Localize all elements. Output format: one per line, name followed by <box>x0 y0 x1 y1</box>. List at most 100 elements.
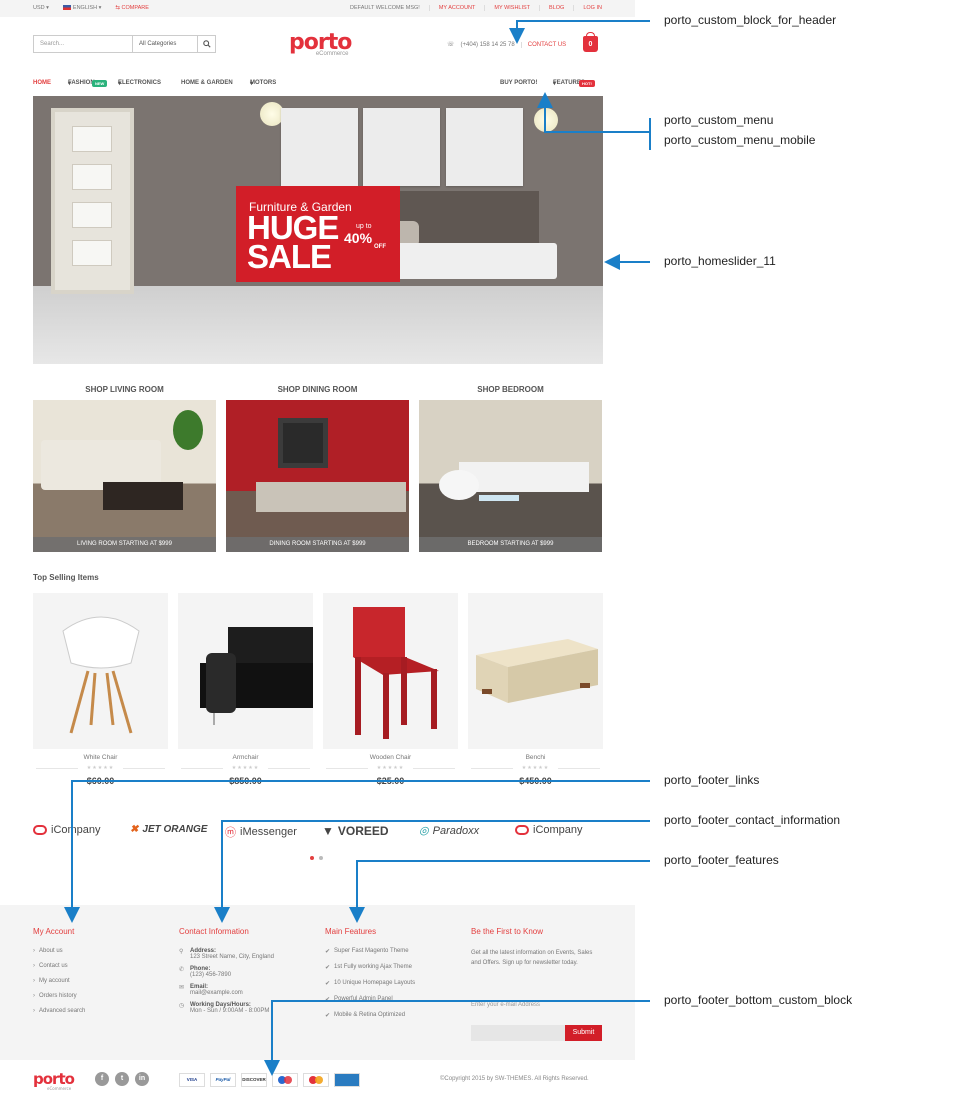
welcome-message: DEFAULT WELCOME MSG! <box>350 5 420 11</box>
annotation-label: porto_footer_links <box>664 773 760 787</box>
nav-home[interactable]: HOME <box>33 80 51 86</box>
footer-logo[interactable]: porto eCommerce <box>33 1070 75 1091</box>
product-image[interactable] <box>468 593 603 749</box>
lamp-image <box>534 108 558 132</box>
phone-icon: ☏ <box>447 42 455 48</box>
check-icon: ✔ <box>325 949 331 955</box>
category-title[interactable]: SHOP LIVING ROOM <box>33 385 216 394</box>
brand-logo[interactable]: ⓜ iMessenger <box>225 824 297 840</box>
my-wishlist-link[interactable]: MY WISHLIST <box>484 5 539 11</box>
footer-link[interactable]: › Orders history <box>33 993 85 999</box>
product-name[interactable]: Benchi <box>468 754 603 761</box>
product-price: $450.00 <box>519 776 552 786</box>
cart-button[interactable]: 0 <box>583 32 598 52</box>
search-button[interactable] <box>198 36 215 52</box>
category-dining-room[interactable]: DINING ROOM STARTING AT $999 <box>226 400 409 552</box>
brand-logo[interactable]: iCompany <box>515 824 583 836</box>
feature-item: ✔ Powerful Admin Panel <box>325 996 415 1003</box>
brand-name: Paradoxx <box>432 824 480 837</box>
brand-icon: ◎ <box>419 825 429 837</box>
footer-links: My Account › About us › Contact us › My acc… <box>33 927 85 1023</box>
annotation-label: porto_custom_menu_mobile <box>664 133 816 147</box>
nav-motors[interactable]: MOTORS ▾ <box>250 80 276 87</box>
product-image[interactable] <box>178 593 313 749</box>
footer-link[interactable]: › About us <box>33 948 85 954</box>
brand-icon: ▼ <box>322 824 334 838</box>
footer-link[interactable]: › My account <box>33 978 85 984</box>
nav-fashion-label: FASHION <box>68 80 95 86</box>
phone-number: (+404) 158 14 25 78 <box>460 41 515 48</box>
product-name[interactable]: White Chair <box>33 754 168 761</box>
brand-name: VOREED <box>337 824 389 838</box>
contact-value: Mon - Sun / 9:00AM - 8:00PM <box>190 1008 270 1014</box>
footer-link-label: Advanced search <box>39 1008 86 1014</box>
brand-icon <box>33 825 47 835</box>
brand-logo[interactable]: ◎ Paradoxx <box>419 824 480 838</box>
paypal-icon: PayPal <box>210 1073 236 1087</box>
product-image[interactable] <box>33 593 168 749</box>
nav-features[interactable]: FEATURES ▾ <box>553 80 585 87</box>
footer-logo-subtext: eCommerce <box>47 1086 72 1091</box>
footer-link-label: My account <box>39 978 70 984</box>
newsletter-email-input[interactable] <box>471 1025 565 1041</box>
contact-value[interactable]: mail@example.com <box>190 990 243 996</box>
category-title[interactable]: SHOP BEDROOM <box>419 385 602 394</box>
category-living-room[interactable]: LIVING ROOM STARTING AT $999 <box>33 400 216 552</box>
product-price: $850.00 <box>229 776 262 786</box>
blog-link[interactable]: BLOG <box>539 5 573 11</box>
contact-value: 123 Street Name, City, England <box>190 954 274 960</box>
annotation-label: porto_footer_contact_information <box>664 813 841 827</box>
newsletter-email-label: Enter your e-mail Address <box>471 1002 541 1008</box>
facebook-icon[interactable]: f <box>95 1072 109 1086</box>
pager-dot[interactable] <box>319 856 323 860</box>
map-marker-icon: ⚲ <box>179 949 184 955</box>
nav-electronics[interactable]: ELECTRONICS ▾ <box>118 80 161 87</box>
contact-us-link[interactable]: CONTACT US <box>520 41 566 48</box>
footer-link[interactable]: › Advanced search <box>33 1008 85 1014</box>
compare-link[interactable]: ⇆ COMPARE <box>115 5 149 11</box>
rating-stars: ★★★★★ <box>33 765 168 771</box>
amex-icon <box>334 1073 360 1087</box>
language-switcher[interactable]: ENGLISH ▾ <box>62 5 101 11</box>
nav-fashion[interactable]: FASHION ▾ <box>68 80 95 87</box>
rating-stars: ★★★★★ <box>178 765 313 771</box>
product-name[interactable]: Wooden Chair <box>323 754 458 761</box>
login-link[interactable]: LOG IN <box>573 5 602 11</box>
feature-item: ✔ Mobile & Retina Optimized <box>325 1012 415 1019</box>
top-bar: USD ▾ ENGLISH ▾ ⇆ COMPARE DEFAULT WELCOM… <box>0 0 635 17</box>
brand-logo[interactable]: ▼ VOREED <box>322 824 389 838</box>
clock-icon: ◷ <box>179 1003 185 1009</box>
category-title[interactable]: SHOP DINING ROOM <box>226 385 409 394</box>
visa-icon: VISA <box>179 1073 205 1087</box>
brand-logo[interactable]: ✖ JET ORANGE <box>130 824 207 835</box>
footer-link-label: Orders history <box>39 993 77 999</box>
flag-icon <box>62 5 71 11</box>
pager-dot[interactable] <box>310 856 314 860</box>
footer-link[interactable]: › Contact us <box>33 963 85 969</box>
footer-heading: Be the First to Know <box>471 927 544 936</box>
brand-logo[interactable]: iCompany <box>33 824 101 836</box>
category-bedroom[interactable]: BEDROOM STARTING AT $999 <box>419 400 602 552</box>
search-input[interactable]: Search... <box>34 36 133 52</box>
linkedin-icon[interactable]: in <box>135 1072 149 1086</box>
newsletter-submit-button[interactable]: Submit <box>565 1025 602 1041</box>
footer-contact: Contact Information ⚲ Address: 123 Street … <box>179 927 274 1020</box>
product-name[interactable]: Armchair <box>178 754 313 761</box>
site-logo[interactable]: porto eCommerce <box>289 32 352 58</box>
my-account-link[interactable]: MY ACCOUNT <box>428 5 485 11</box>
bench-image <box>476 639 598 703</box>
sale-banner[interactable]: Furniture & Garden HUGE SALE up to 40% OF… <box>236 186 400 282</box>
currency-switcher[interactable]: USD ▾ <box>33 5 49 11</box>
category-select[interactable]: All Categories <box>133 36 198 52</box>
twitter-icon[interactable]: t <box>115 1072 129 1086</box>
footer-link-label: About us <box>39 948 63 954</box>
product-price: $60.00 <box>86 776 115 786</box>
brand-icon: ⓜ <box>225 827 236 839</box>
home-slider[interactable]: Furniture & Garden HUGE SALE up to 40% OF… <box>33 96 603 364</box>
nav-buy-porto[interactable]: BUY PORTO! <box>500 80 537 86</box>
annotation-label: porto_homeslider_11 <box>664 254 776 268</box>
product-image[interactable] <box>323 593 458 749</box>
hot-badge: HOT! <box>579 80 595 87</box>
mastercard-icon <box>303 1073 329 1087</box>
nav-home-garden[interactable]: HOME & GARDEN <box>181 80 233 86</box>
